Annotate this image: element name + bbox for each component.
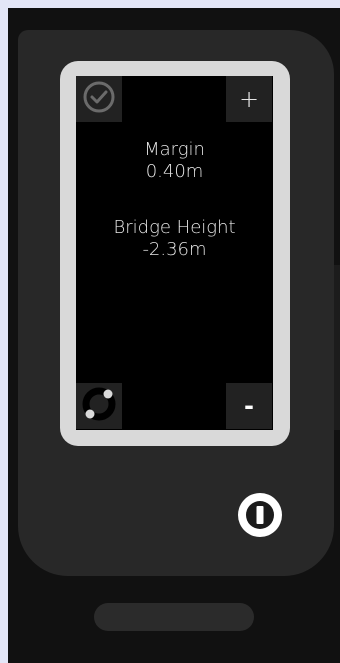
home-bar[interactable] bbox=[94, 603, 254, 631]
rotate-button[interactable] bbox=[76, 383, 122, 429]
decrease-button[interactable]: - bbox=[226, 383, 272, 429]
margin-label: Margin bbox=[144, 139, 205, 160]
bridge-height-label: Bridge Height bbox=[113, 217, 236, 238]
check-circle-icon bbox=[82, 80, 116, 118]
confirm-button[interactable] bbox=[76, 76, 122, 122]
plus-label: + bbox=[238, 85, 260, 113]
margin-readout: Margin 0.40m bbox=[76, 139, 273, 183]
power-button[interactable] bbox=[237, 492, 283, 538]
rotate-icon bbox=[79, 384, 119, 428]
minus-label: - bbox=[244, 392, 254, 420]
side-strip bbox=[334, 265, 340, 430]
power-icon bbox=[237, 493, 283, 542]
margin-value: 0.40m bbox=[145, 161, 204, 182]
increase-button[interactable]: + bbox=[226, 76, 272, 122]
bridge-height-readout: Bridge Height -2.36m bbox=[76, 217, 273, 261]
bridge-height-value: -2.36m bbox=[142, 239, 207, 260]
